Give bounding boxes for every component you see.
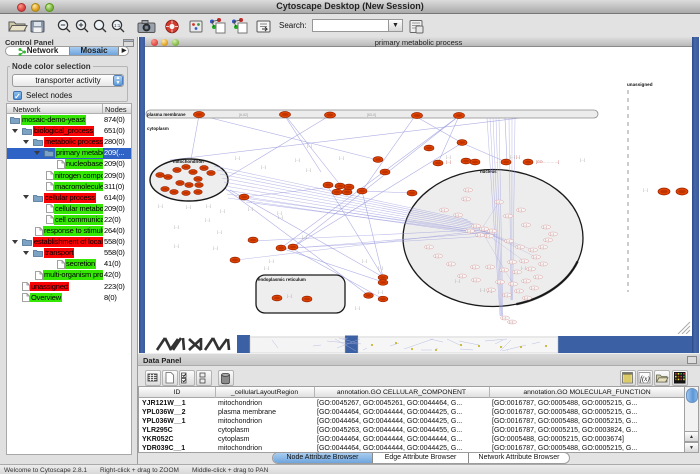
svg-text:[...]: [...]: [473, 224, 477, 228]
svg-text:[...]: [...]: [378, 290, 383, 294]
svg-text:[...]: [...]: [448, 262, 452, 266]
svg-text:[...]: [...]: [540, 245, 544, 249]
svg-text:[...]: [...]: [523, 223, 527, 227]
svg-text:[...]: [...]: [174, 244, 179, 248]
svg-text:[...]: [...]: [235, 156, 240, 160]
svg-text:[...]: [...]: [362, 259, 367, 263]
svg-text:nucleus: nucleus: [480, 169, 497, 174]
svg-text:[...]: [...]: [514, 270, 518, 274]
svg-text:[...]: [...]: [502, 316, 506, 320]
svg-text:[...]: [...]: [501, 268, 505, 272]
svg-text:[...]: [...]: [455, 279, 460, 283]
svg-text:[...]: [...]: [521, 259, 525, 263]
svg-text:[...]: [...]: [524, 296, 528, 300]
svg-text:[...]: [...]: [486, 234, 490, 238]
svg-text:[...]: [...]: [489, 229, 493, 233]
svg-text:[...]: [...]: [264, 266, 269, 270]
svg-text:[...]: [...]: [510, 282, 514, 286]
svg-text:[...]: [...]: [523, 279, 527, 283]
svg-text:[...]: [...]: [446, 155, 451, 159]
svg-text:[...]: [...]: [378, 266, 383, 270]
svg-text:[...]: [...]: [467, 229, 471, 233]
svg-text:[...]: [...]: [278, 215, 283, 219]
svg-text:[...]: [...]: [516, 289, 520, 293]
svg-text:[...]: [...]: [509, 320, 513, 324]
svg-text:[...]: [...]: [339, 156, 344, 160]
svg-text:[...]: [...]: [545, 238, 549, 242]
svg-text:[...]: [...]: [473, 278, 477, 282]
svg-text:[...]: [...]: [302, 235, 307, 239]
svg-text:[...]: [...]: [505, 214, 509, 218]
svg-text:[...]: [...]: [543, 225, 547, 229]
svg-text:[...]: [...]: [287, 294, 292, 298]
svg-text:plasma membrane: plasma membrane: [147, 112, 186, 117]
svg-text:[...]: [...]: [496, 200, 500, 204]
svg-text:[...]: [...]: [213, 246, 218, 250]
svg-text:[...]: [...]: [533, 255, 537, 259]
svg-text:[...]: [...]: [518, 208, 522, 212]
svg-text:[...]: [...]: [355, 306, 360, 310]
svg-text:[..]: [..]: [516, 155, 520, 159]
svg-text:[...]: [...]: [205, 218, 210, 222]
svg-text:[...]: [...]: [206, 204, 211, 208]
svg-text:[...]: [...]: [269, 259, 274, 263]
svg-text:[...]: [...]: [463, 197, 467, 201]
svg-text:[...]: [...]: [509, 260, 513, 264]
svg-text:[...]: [...]: [521, 266, 526, 270]
svg-text:[...]: [...]: [530, 248, 534, 252]
svg-text:[GO:... ... ... ...]: [GO:... ... ... ...]: [536, 160, 559, 164]
svg-text:[...]: [...]: [465, 188, 469, 192]
svg-text:[...]: [...]: [535, 275, 539, 279]
svg-text:mitochondrion: mitochondrion: [173, 159, 204, 164]
svg-text:[...]: [...]: [497, 280, 501, 284]
svg-text:[...]: [...]: [307, 144, 312, 148]
svg-text:[...]: [...]: [528, 267, 532, 271]
svg-text:[6-62]: [6-62]: [239, 113, 248, 117]
svg-text:[...]: [...]: [480, 288, 485, 292]
svg-text:[...]: [...]: [186, 205, 191, 209]
svg-text:[...]: [...]: [531, 286, 535, 290]
svg-text:[...]: [...]: [643, 188, 648, 192]
svg-text:[...]: [...]: [435, 254, 439, 258]
svg-text:[...]: [...]: [540, 262, 544, 266]
svg-text:. ..: . ..: [494, 160, 498, 164]
svg-text:[...]: [...]: [306, 168, 311, 172]
svg-text:[...]: [...]: [446, 160, 451, 164]
svg-text:[...]: [...]: [455, 213, 459, 217]
svg-text:[...]: [...]: [510, 155, 515, 159]
svg-text:[...]: [...]: [481, 227, 485, 231]
svg-text:[...]: [...]: [472, 265, 476, 269]
svg-text:[...]: [...]: [477, 233, 481, 237]
svg-text:[...]: [...]: [174, 225, 179, 229]
svg-text:[...]: [...]: [295, 158, 300, 162]
svg-text:[...]: [...]: [217, 230, 222, 234]
svg-text:unassigned: unassigned: [627, 82, 653, 87]
svg-text:[...]: [...]: [248, 207, 253, 211]
svg-text:[...]: [...]: [580, 158, 585, 162]
svg-text:1:1: 1:1: [114, 23, 121, 28]
svg-text:[63-0]: [63-0]: [367, 113, 376, 117]
svg-text:[...]: [...]: [506, 239, 510, 243]
svg-text:[...]: [...]: [550, 232, 554, 236]
svg-text:[...]: [...]: [261, 165, 266, 169]
svg-text:[...]: [...]: [488, 288, 492, 292]
svg-text:f(x): f(x): [640, 375, 650, 383]
svg-text:[...]: [...]: [459, 274, 463, 278]
svg-text:[...]: [...]: [504, 293, 508, 297]
svg-text:[...]: [...]: [158, 204, 163, 208]
svg-text:cytoplasm: cytoplasm: [147, 126, 169, 131]
svg-text:endoplasmic reticulum: endoplasmic reticulum: [258, 277, 306, 282]
svg-text:[...]: [...]: [220, 209, 225, 213]
svg-text:[...]: [...]: [487, 265, 491, 269]
svg-text:[...]: [...]: [441, 208, 445, 212]
svg-text:[...]: [...]: [426, 245, 430, 249]
svg-text:[...]: [...]: [517, 245, 521, 249]
